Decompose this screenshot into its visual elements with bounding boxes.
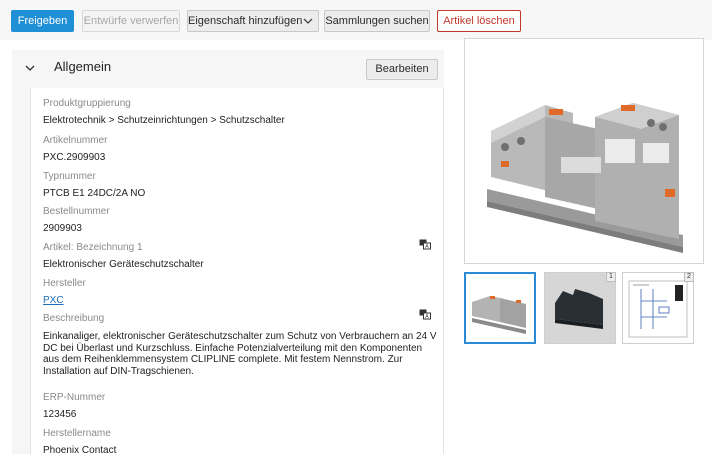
field-product-grouping: Produktgruppierung Elektrotechnik > Schu…: [43, 98, 439, 127]
field-manufacturer-name: Herstellername Phoenix Contact: [43, 428, 439, 457]
translate-icon[interactable]: A: [419, 309, 431, 320]
thumbnail-badge: 1: [606, 272, 616, 282]
field-value: Elektronischer Geräteschutzschalter: [43, 259, 204, 270]
field-value: 123456: [43, 409, 77, 420]
field-type-number: Typnummer PTCB E1 24DC/2A NO: [43, 171, 439, 200]
svg-text:A: A: [425, 314, 429, 320]
field-description: Beschreibung Einkanaliger, elektronische…: [43, 313, 439, 377]
add-property-label: Eigenschaft hinzufügen: [188, 15, 303, 27]
add-property-dropdown[interactable]: Eigenschaft hinzufügen: [187, 10, 319, 32]
thumbnail-image[interactable]: 1: [544, 272, 616, 344]
panel-title: Allgemein: [54, 59, 112, 74]
field-label: Herstellername: [43, 428, 111, 439]
field-manufacturer: Hersteller PXC: [43, 278, 439, 307]
field-label: ERP-Nummer: [43, 392, 106, 403]
field-erp-number: ERP-Nummer 123456: [43, 392, 439, 421]
field-value: 2909903: [43, 223, 82, 234]
field-label: Artikel: Bezeichnung 1: [43, 242, 143, 253]
toolbar: Freigeben Entwürfe verwerfen Eigenschaft…: [0, 0, 712, 40]
chevron-down-icon: [303, 11, 313, 39]
main-product-image[interactable]: [464, 38, 704, 264]
collapse-chevron-icon[interactable]: [24, 61, 36, 73]
release-button[interactable]: Freigeben: [11, 10, 74, 32]
field-value: Einkanaliger, elektronischer Geräteschut…: [43, 331, 437, 377]
field-order-number: Bestellnummer 2909903: [43, 206, 439, 235]
field-label: Artikelnummer: [43, 135, 108, 146]
field-label: Bestellnummer: [43, 206, 110, 217]
thumbnail-badge: 2: [684, 272, 694, 282]
field-label: Hersteller: [43, 278, 86, 289]
field-list: Produktgruppierung Elektrotechnik > Schu…: [30, 88, 444, 457]
delete-article-button[interactable]: Artikel löschen: [437, 10, 521, 32]
field-value: PXC.2909903: [43, 152, 106, 163]
thumbnail-image[interactable]: 2: [622, 272, 694, 344]
field-label: Produktgruppierung: [43, 98, 131, 109]
translate-icon[interactable]: A: [419, 239, 431, 250]
field-article-designation: Artikel: Bezeichnung 1 Elektronischer Ge…: [43, 242, 439, 271]
search-collections-button[interactable]: Sammlungen suchen: [324, 10, 430, 32]
field-value: Phoenix Contact: [43, 445, 117, 456]
field-label: Beschreibung: [43, 313, 105, 324]
manufacturer-link[interactable]: PXC: [43, 295, 439, 307]
panel-header: Allgemein Bearbeiten: [12, 50, 444, 86]
field-value: PTCB E1 24DC/2A NO: [43, 188, 146, 199]
field-label: Typnummer: [43, 171, 96, 182]
svg-text:A: A: [425, 244, 429, 250]
general-panel: Allgemein Bearbeiten Produktgruppierung …: [12, 50, 444, 457]
field-article-number: Artikelnummer PXC.2909903: [43, 135, 439, 164]
edit-button[interactable]: Bearbeiten: [366, 59, 438, 80]
field-value: Elektrotechnik > Schutzeinrichtungen > S…: [43, 115, 285, 126]
thumbnail-image[interactable]: [464, 272, 536, 344]
discard-drafts-button[interactable]: Entwürfe verwerfen: [82, 10, 180, 32]
